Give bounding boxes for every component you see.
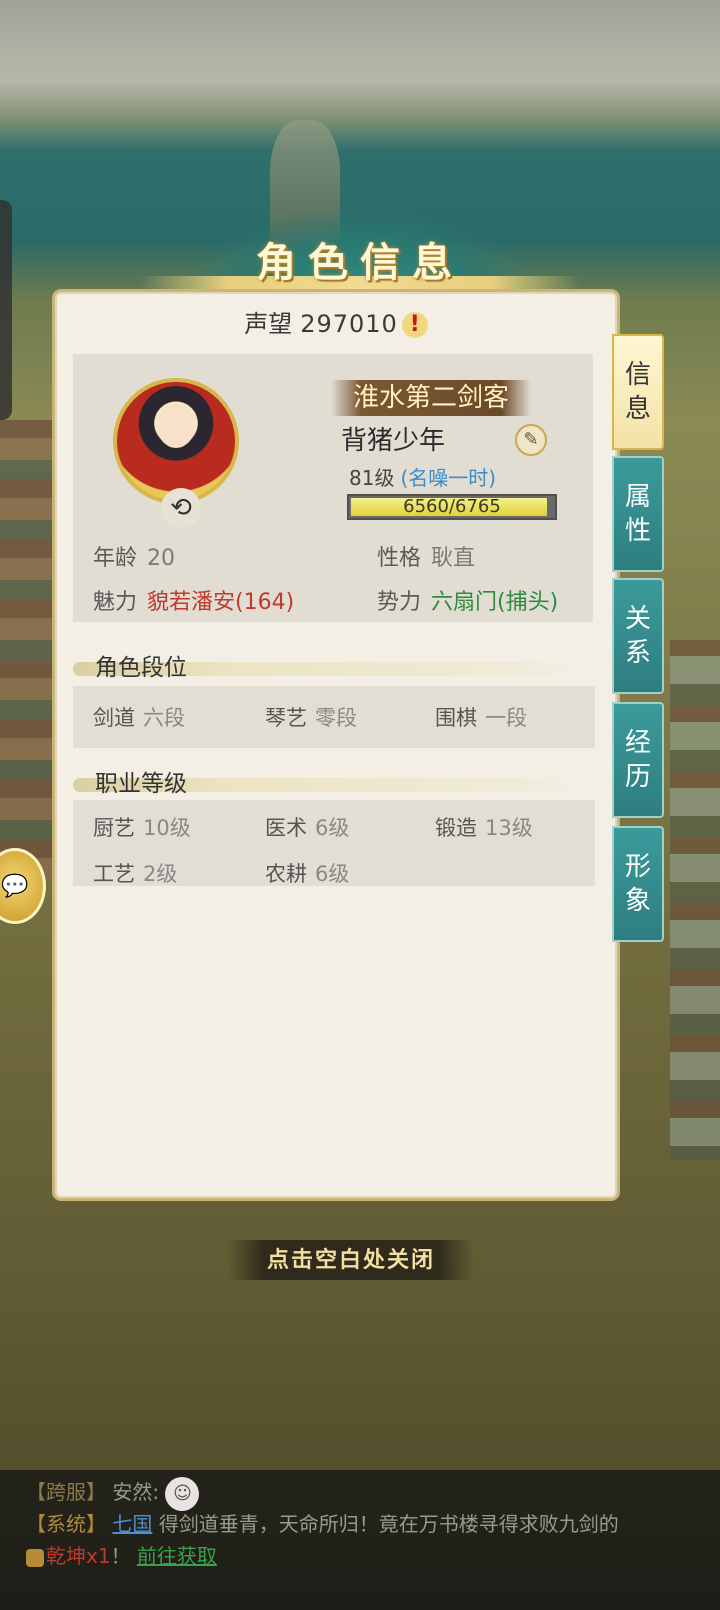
job-item-value: 13级 [485, 816, 533, 840]
tab-info-label: 信 息 [624, 360, 651, 424]
rank-item-value: 一段 [485, 706, 527, 730]
job-item-value: 10级 [143, 816, 191, 840]
character-title-badge: 淮水第二剑客 [331, 380, 531, 416]
job-item: 工艺 2级 [93, 858, 177, 888]
rank-section-heading: 角色段位 [73, 648, 573, 682]
title-banner: 角色信息 [140, 206, 580, 302]
chat-channel: 【跨服】 [26, 1480, 106, 1504]
tab-appearance-label: 形 象 [624, 852, 651, 916]
job-heading-label: 职业等级 [95, 771, 187, 797]
job-item-value: 2级 [143, 862, 178, 886]
character-name: 背猪少年 [341, 426, 446, 456]
personality-row: 性格 耿直 [377, 540, 475, 572]
rank-item-label: 围棋 [435, 706, 477, 730]
job-item: 锻造 13级 [435, 812, 533, 842]
character-info-panel: 声望 297010! ⟲ 淮水第二剑客 背猪少年 ✎ 81级 (名噪一时) 6560… [55, 292, 617, 1198]
charm-value: 貌若潘安(164) [147, 590, 295, 615]
chat-channel: 【系统】 [26, 1512, 106, 1536]
tab-relations[interactable]: 关 系 [612, 578, 664, 694]
exp-text: 6560/6765 [403, 496, 501, 517]
fame-label: 声望 [244, 310, 293, 338]
close-hint-button[interactable]: 点击空白处关闭 [228, 1240, 474, 1280]
ghost-emoji-icon: ☺ [165, 1476, 200, 1511]
faction-label: 势力 [377, 590, 422, 615]
rank-item-value: 零段 [315, 706, 357, 730]
character-card: ⟲ 淮水第二剑客 背猪少年 ✎ 81级 (名噪一时) 6560/6765 年龄 20… [73, 354, 593, 622]
goto-obtain-link[interactable]: 前往获取 [137, 1544, 217, 1568]
chat-item-name: 乾坤x1 [46, 1544, 111, 1568]
exp-progress-bar: 6560/6765 [347, 494, 557, 520]
age-row: 年龄 20 [93, 540, 175, 572]
avatar[interactable] [113, 378, 239, 504]
rank-grid: 剑道 六段 琴艺 零段 围棋 一段 [73, 686, 595, 748]
faction-row: 势力 六扇门(捕头) [377, 584, 558, 616]
exclamation-icon[interactable]: ! [401, 312, 428, 338]
job-item: 医术 6级 [265, 812, 349, 842]
age-value: 20 [147, 546, 176, 571]
job-item-label: 农耕 [265, 862, 307, 886]
edit-name-brush-icon[interactable]: ✎ [515, 424, 547, 456]
rank-item: 剑道 六段 [93, 702, 185, 732]
chat-line: 【跨服】 安然: ☺ [26, 1476, 200, 1511]
avatar-face [157, 404, 195, 448]
tab-attributes[interactable]: 属 性 [612, 456, 664, 572]
chat-message: 得剑道垂青，天命所归！竟在万书楼寻得求败九剑的 [158, 1512, 619, 1536]
character-level: 81级 (名噪一时) [349, 462, 496, 491]
left-edge-handle[interactable] [0, 200, 12, 420]
rank-text: (名噪一时) [400, 466, 497, 490]
job-item-label: 锻造 [435, 816, 477, 840]
tab-appearance[interactable]: 形 象 [612, 826, 664, 942]
job-item-value: 6级 [315, 862, 350, 886]
rank-item: 琴艺 零段 [265, 702, 357, 732]
chat-line: 乾坤x1！ 前往获取 [26, 1540, 217, 1569]
fame-value: 297010 [300, 310, 398, 338]
tab-info[interactable]: 信 息 [612, 334, 664, 450]
tab-attributes-label: 属 性 [624, 482, 651, 546]
chat-punct: ！ [110, 1544, 131, 1568]
job-grid: 厨艺 10级 医术 6级 锻造 13级 工艺 2级 农耕 6级 [73, 800, 595, 886]
rank-item: 围棋 一段 [435, 702, 527, 732]
tab-experience[interactable]: 经 历 [612, 702, 664, 818]
page-title: 角色信息 [256, 239, 464, 286]
level-value: 81级 [349, 466, 395, 490]
chat-player-link[interactable]: 七国 [112, 1512, 152, 1536]
charm-label: 魅力 [93, 590, 138, 615]
job-item-label: 厨艺 [93, 816, 135, 840]
age-label: 年龄 [93, 546, 138, 571]
chat-panel[interactable]: 【跨服】 安然: ☺ 【系统】 七国 得剑道垂青，天命所归！竟在万书楼寻得求败九… [0, 1470, 720, 1610]
job-item: 农耕 6级 [265, 858, 349, 888]
fame-row: 声望 297010! [57, 304, 615, 339]
job-section-heading: 职业等级 [73, 764, 573, 798]
personality-label: 性格 [377, 546, 422, 571]
rank-item-label: 琴艺 [265, 706, 307, 730]
job-item-label: 工艺 [93, 862, 135, 886]
swap-avatar-icon[interactable]: ⟲ [161, 488, 201, 528]
background-building-right [670, 640, 720, 1160]
job-item-value: 6级 [315, 816, 350, 840]
chat-sender[interactable]: 安然: [112, 1480, 159, 1504]
rank-item-label: 剑道 [93, 706, 135, 730]
faction-value: 六扇门(捕头) [431, 590, 559, 615]
rank-item-value: 六段 [143, 706, 185, 730]
background-building-left [0, 420, 60, 880]
tab-relations-label: 关 系 [624, 604, 651, 668]
tab-experience-label: 经 历 [624, 728, 651, 792]
chat-line: 【系统】 七国 得剑道垂青，天命所归！竟在万书楼寻得求败九剑的 [26, 1508, 619, 1537]
charm-row: 魅力 貌若潘安(164) [93, 584, 294, 616]
item-icon [26, 1548, 44, 1567]
personality-value: 耿直 [431, 546, 476, 571]
job-item: 厨艺 10级 [93, 812, 191, 842]
rank-heading-label: 角色段位 [95, 655, 187, 681]
job-item-label: 医术 [265, 816, 307, 840]
